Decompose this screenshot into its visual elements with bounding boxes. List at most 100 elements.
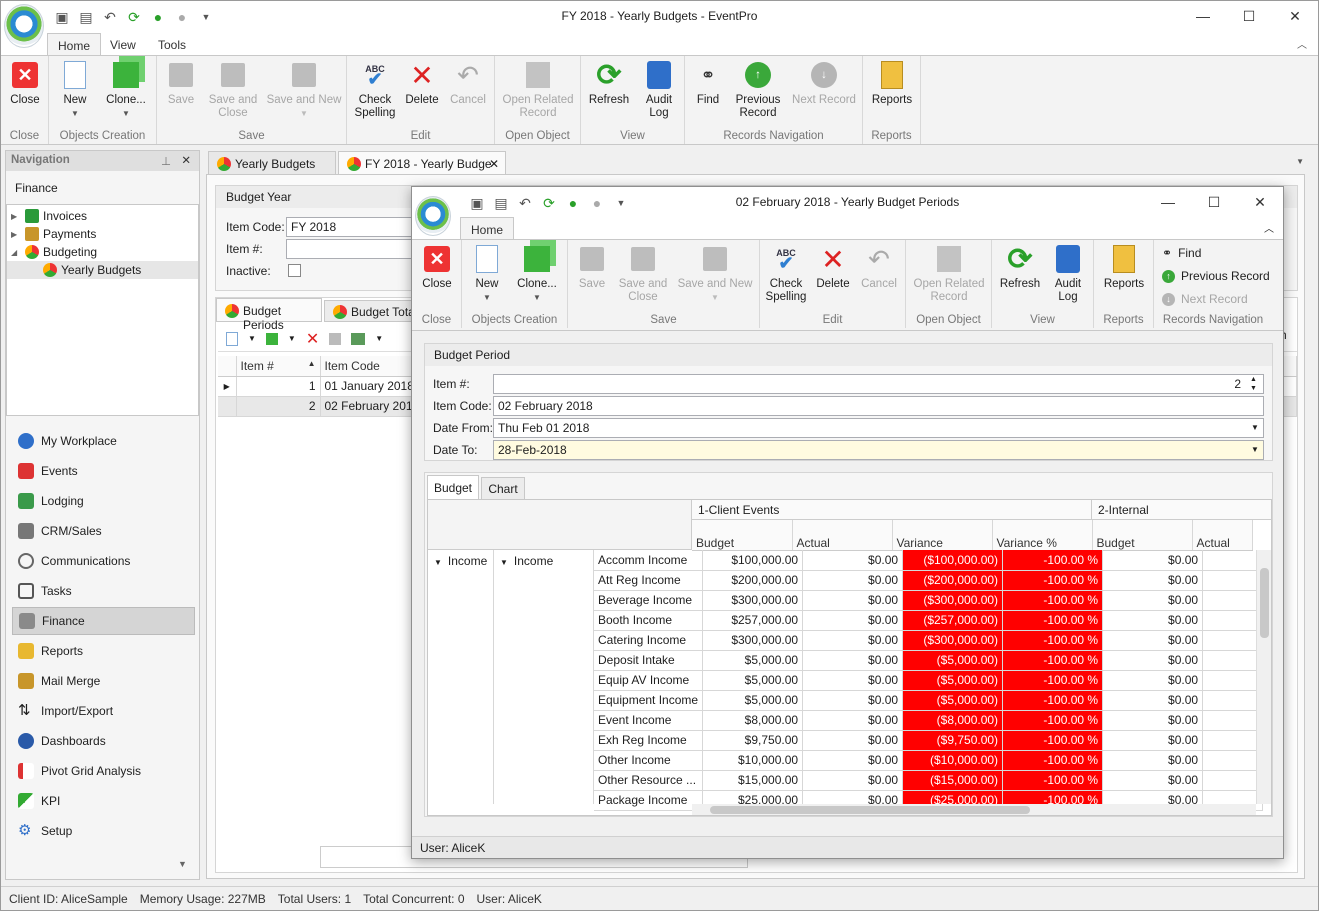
pin-icon[interactable]: ⊥ (161, 154, 171, 168)
nav-import-export[interactable]: ⇅ Import/Export (12, 697, 195, 725)
nav-pivot-grid-analysis[interactable]: Pivot Grid Analysis (12, 757, 195, 785)
nav-crm-sales[interactable]: CRM/Sales (12, 517, 195, 545)
vertical-scrollbar[interactable] (1256, 550, 1271, 804)
date-to-dropdown-icon[interactable]: ▼ (1251, 445, 1259, 454)
tree-item-invoices[interactable]: ▶ Invoices (11, 207, 87, 225)
table-row[interactable]: Deposit Intake $5,000.00 $0.00 ($5,000.00) -… (594, 650, 1264, 671)
doc-tab-yearly-budgets[interactable]: Yearly Budgets (208, 151, 336, 175)
tab-tools[interactable]: Tools (148, 33, 196, 55)
clone-button[interactable]: Clone... ▼ (512, 244, 562, 304)
export-dropdown-icon[interactable]: ▼ (375, 334, 383, 343)
tab-view[interactable]: View (100, 33, 146, 55)
nav-dashboards[interactable]: Dashboards (12, 727, 195, 755)
band-client-events[interactable]: 1-Client Events (692, 500, 1092, 520)
table-row[interactable]: Equip AV Income $5,000.00 $0.00 ($5,000.00)… (594, 670, 1264, 691)
delete-button[interactable]: ✕ Delete (814, 244, 852, 291)
col-budget-internal[interactable]: Budget (1092, 520, 1193, 551)
item-number-spin[interactable]: 2 (493, 374, 1264, 394)
tab-home[interactable]: Home (460, 217, 515, 239)
previous-record-button[interactable]: ↑ Previous Record (1162, 269, 1270, 283)
save-and-new-button[interactable]: Save and New ▼ (265, 60, 343, 120)
close-window-icon[interactable]: ✕ (1240, 191, 1280, 213)
minimize-icon[interactable]: — (1148, 191, 1188, 213)
col-item-number[interactable]: Item # ▲ (236, 356, 321, 377)
save-and-new-button[interactable]: Save and New ▼ (676, 244, 754, 304)
date-from-picker[interactable]: Thu Feb 01 2018 (493, 418, 1264, 438)
band-internal[interactable]: 2-Internal (1092, 500, 1271, 520)
new-button[interactable]: New ▼ (468, 244, 506, 304)
doc-tab-fy2018[interactable]: FY 2018 - Yearly Budge ✕ (338, 151, 506, 175)
save-and-close-button[interactable]: Save and Close (205, 60, 261, 120)
table-row[interactable]: Exh Reg Income $9,750.00 $0.00 ($9,750.00) -… (594, 730, 1264, 751)
find-button[interactable]: ⚭ Find (1162, 246, 1201, 260)
audit-log-button[interactable]: Audit Log (1046, 244, 1090, 304)
refresh-button[interactable]: ⟳ Refresh (996, 244, 1044, 291)
nav-my-workplace[interactable]: My Workplace (12, 427, 195, 455)
nav-reports[interactable]: Reports (12, 637, 195, 665)
inactive-checkbox[interactable] (288, 264, 301, 277)
tree-item-payments[interactable]: ▶ Payments (11, 225, 96, 243)
table-row[interactable]: Beverage Income $300,000.00 $0.00 ($300,000… (594, 590, 1264, 611)
table-row[interactable]: Att Reg Income $200,000.00 $0.00 ($200,000.… (594, 570, 1264, 591)
close-window-icon[interactable]: ✕ (1275, 5, 1315, 27)
clone-row-icon[interactable] (265, 332, 278, 345)
open-related-record-button[interactable]: Open Related Record (910, 244, 988, 304)
delete-row-icon[interactable]: ✕ (306, 329, 319, 349)
nav-mail-merge[interactable]: Mail Merge (12, 667, 195, 695)
h-scroll-thumb[interactable] (710, 806, 1030, 814)
app-logo[interactable] (4, 4, 44, 48)
item-code-field[interactable]: 02 February 2018 (493, 396, 1264, 416)
expand-icon[interactable]: ▶ (11, 230, 21, 239)
find-button[interactable]: ⚭ Find (689, 60, 727, 107)
next-record-button[interactable]: ↓ Next Record (1162, 292, 1248, 306)
previous-record-button[interactable]: ↑ Previous Record (731, 60, 785, 120)
table-row[interactable]: Other Resource ... $15,000.00 $0.00 ($15,00… (594, 770, 1264, 791)
app-logo[interactable] (415, 196, 451, 236)
export-icon[interactable] (351, 332, 366, 345)
tab-home[interactable]: Home (47, 33, 102, 55)
save-button[interactable]: Save (574, 244, 610, 291)
cancel-button[interactable]: ↶ Cancel (858, 244, 900, 291)
subtab-budget-periods[interactable]: Budget Periods (216, 298, 322, 332)
save-button[interactable]: Save (163, 60, 199, 107)
close-button[interactable]: ✕ Close (419, 244, 455, 291)
table-row[interactable]: Booth Income $257,000.00 $0.00 ($257,000.00… (594, 610, 1264, 631)
open-related-record-button[interactable]: Open Related Record (499, 60, 577, 120)
subtab-budget[interactable]: Budget (427, 475, 479, 499)
col-budget[interactable]: Budget (692, 520, 793, 551)
col-actual[interactable]: Actual (792, 520, 893, 551)
new-dropdown-icon[interactable]: ▼ (248, 334, 256, 343)
save-and-close-button[interactable]: Save and Close (616, 244, 670, 304)
date-to-picker[interactable]: 28-Feb-2018 (493, 440, 1264, 460)
subtab-chart[interactable]: Chart (481, 477, 525, 499)
scroll-thumb[interactable] (1260, 568, 1269, 638)
audit-log-button[interactable]: Audit Log (637, 60, 681, 120)
tabs-dropdown-icon[interactable]: ▼ (1296, 157, 1304, 166)
next-record-button[interactable]: ↓ Next Record (789, 60, 859, 107)
col-actual-internal[interactable]: Actual (1192, 520, 1253, 551)
reports-button[interactable]: Reports (1098, 244, 1150, 291)
check-spelling-button[interactable]: ABC ✔ Check Spelling (762, 244, 810, 304)
minimize-icon[interactable]: — (1183, 5, 1223, 27)
collapse-icon[interactable]: ◢ (11, 248, 21, 257)
nav-events[interactable]: Events (12, 457, 195, 485)
new-button[interactable]: New ▼ (55, 60, 95, 120)
close-nav-icon[interactable]: ✕ (181, 153, 191, 167)
date-from-dropdown-icon[interactable]: ▼ (1251, 423, 1259, 432)
col-variance[interactable]: Variance (892, 520, 993, 551)
refresh-button[interactable]: ⟳ Refresh (585, 60, 633, 107)
delete-button[interactable]: ✕ Delete (403, 60, 441, 107)
nav-kpi[interactable]: KPI (12, 787, 195, 815)
clone-dropdown-icon[interactable]: ▼ (288, 334, 296, 343)
reports-button[interactable]: Reports (867, 60, 917, 107)
nav-setup[interactable]: ⚙ Setup (12, 817, 195, 845)
nav-tasks[interactable]: Tasks (12, 577, 195, 605)
clone-button[interactable]: Clone... ▼ (101, 60, 151, 120)
collapse-group-icon[interactable]: ▼ (434, 558, 442, 567)
collapse-ribbon-icon[interactable]: ︿ (1297, 36, 1307, 51)
horizontal-scrollbar[interactable] (692, 804, 1256, 815)
col-variance-pct[interactable]: Variance % (992, 520, 1093, 551)
table-row[interactable]: Equipment Income $5,000.00 $0.00 ($5,000.00… (594, 690, 1264, 711)
nav-finance[interactable]: Finance (12, 607, 195, 635)
expand-icon[interactable]: ▶ (11, 212, 21, 221)
